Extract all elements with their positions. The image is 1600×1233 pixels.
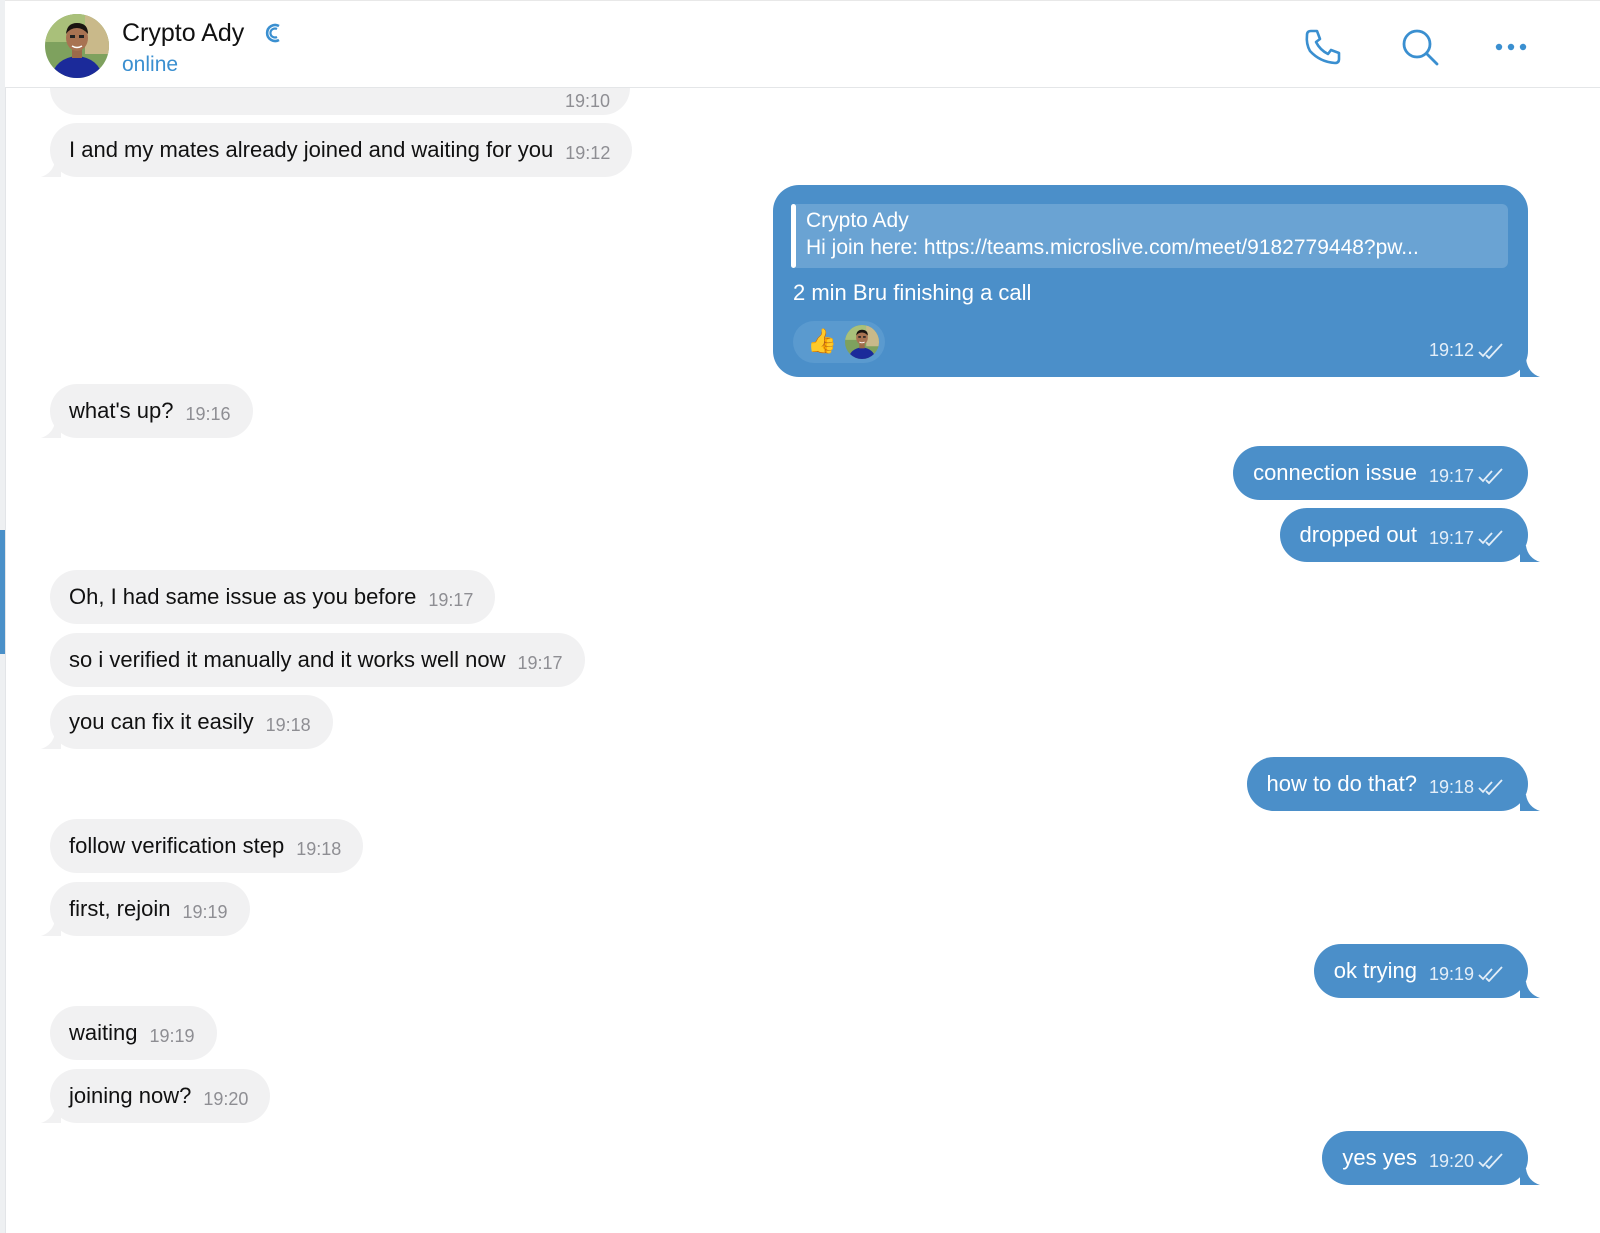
message-time: 19:18 (265, 714, 311, 735)
message-text: what's up? (69, 398, 174, 423)
message-out[interactable]: how to do that? 19:18 (1246, 757, 1528, 811)
message-in[interactable]: you can fix it easily 19:18 (50, 695, 333, 749)
message-time: 19:17 (428, 589, 474, 610)
message-out[interactable]: connection issue 19:17 (1233, 446, 1528, 500)
message-in[interactable]: Oh, I had same issue as you before 19:17 (50, 570, 496, 624)
message-text: you can fix it easily (69, 709, 254, 734)
message-list[interactable]: 19:10 I and my mates already joined and … (5, 88, 1600, 1233)
message-out[interactable]: yes yes 19:20 (1322, 1131, 1528, 1185)
message-out[interactable]: ok trying 19:19 (1313, 944, 1528, 998)
message-in[interactable]: so i verified it manually and it works w… (50, 633, 585, 687)
reply-quote-text: Hi join here: https://teams.microslive.c… (806, 236, 1419, 259)
message-text: yes yes (1342, 1145, 1417, 1170)
message-text: how to do that? (1266, 771, 1417, 796)
message-text: 2 min Bru finishing a call (793, 280, 1032, 305)
message-time: 19:20 (1428, 1150, 1474, 1171)
message-out-reply[interactable]: Crypto Ady Hi join here: https://teams.m… (773, 185, 1528, 377)
message-text: joining now? (69, 1083, 192, 1108)
message-out[interactable]: dropped out 19:17 (1279, 508, 1528, 562)
message-meta: 19:12 (1429, 340, 1504, 361)
message-in[interactable]: waiting 19:19 (50, 1006, 217, 1060)
message-time: 19:18 (296, 838, 342, 859)
double-check-icon (1478, 343, 1504, 359)
message-time: 19:12 (1428, 340, 1474, 360)
avatar[interactable] (45, 14, 109, 78)
message-text: I and my mates already joined and waitin… (69, 137, 554, 162)
message-text: first, rejoin (69, 896, 171, 921)
double-check-icon (1478, 530, 1504, 546)
double-check-icon (1478, 779, 1504, 795)
double-check-icon (1478, 966, 1504, 982)
message-text: so i verified it manually and it works w… (69, 647, 506, 672)
message-time: 19:20 (203, 1088, 249, 1109)
bubble-tail (1520, 546, 1540, 562)
message-time: 19:18 (1428, 776, 1474, 797)
chat-header: Crypto Ady online (5, 0, 1600, 88)
phone-icon[interactable] (1301, 25, 1345, 69)
bubble-tail (41, 733, 61, 749)
bubble-tail (1520, 1169, 1540, 1185)
message-in[interactable]: first, rejoin 19:19 (50, 882, 250, 936)
double-check-icon (1478, 468, 1504, 484)
reply-quote[interactable]: Crypto Ady Hi join here: https://teams.m… (791, 204, 1508, 268)
bubble-tail (41, 422, 61, 438)
message-time: 19:17 (517, 652, 563, 673)
message-bubble-partial[interactable]: 19:10 (50, 88, 630, 115)
message-in[interactable]: joining now? 19:20 (50, 1069, 271, 1123)
message-time: 19:17 (1428, 527, 1474, 548)
message-in[interactable]: I and my mates already joined and waitin… (50, 123, 633, 177)
message-time: 19:16 (185, 403, 231, 424)
bubble-tail (1520, 795, 1540, 811)
search-icon[interactable] (1398, 25, 1442, 69)
message-time: 19:10 (564, 91, 610, 111)
message-in[interactable]: what's up? 19:16 (50, 384, 253, 438)
more-icon[interactable] (1491, 25, 1535, 69)
message-text: follow verification step (69, 833, 285, 858)
reply-quote-name: Crypto Ady (806, 209, 909, 232)
verified-badge-icon (265, 23, 280, 43)
message-time: 19:12 (565, 142, 611, 163)
thumbs-up-emoji: 👍 (807, 328, 837, 355)
message-text: ok trying (1333, 958, 1417, 983)
double-check-icon (1478, 1153, 1504, 1169)
reply-quote-bar (791, 204, 796, 268)
bubble-tail (41, 161, 61, 177)
bubble-tail (1520, 359, 1540, 377)
message-text: waiting (69, 1020, 138, 1045)
chat-title[interactable]: Crypto Ady (122, 19, 244, 48)
message-text: connection issue (1253, 460, 1417, 485)
bubble-tail (1520, 982, 1540, 998)
message-time: 19:19 (1428, 963, 1474, 984)
bubble-tail (41, 1107, 61, 1123)
bubble-tail (41, 920, 61, 936)
message-time: 19:19 (149, 1025, 195, 1046)
message-text: Oh, I had same issue as you before (69, 584, 417, 609)
online-status: online (122, 53, 179, 76)
message-in[interactable]: follow verification step 19:18 (50, 819, 364, 873)
message-text: dropped out (1299, 522, 1417, 547)
message-time: 19:17 (1428, 465, 1474, 486)
reaction-avatar (845, 325, 879, 359)
reaction-chip[interactable]: 👍 (793, 321, 885, 363)
message-time: 19:19 (182, 901, 228, 922)
